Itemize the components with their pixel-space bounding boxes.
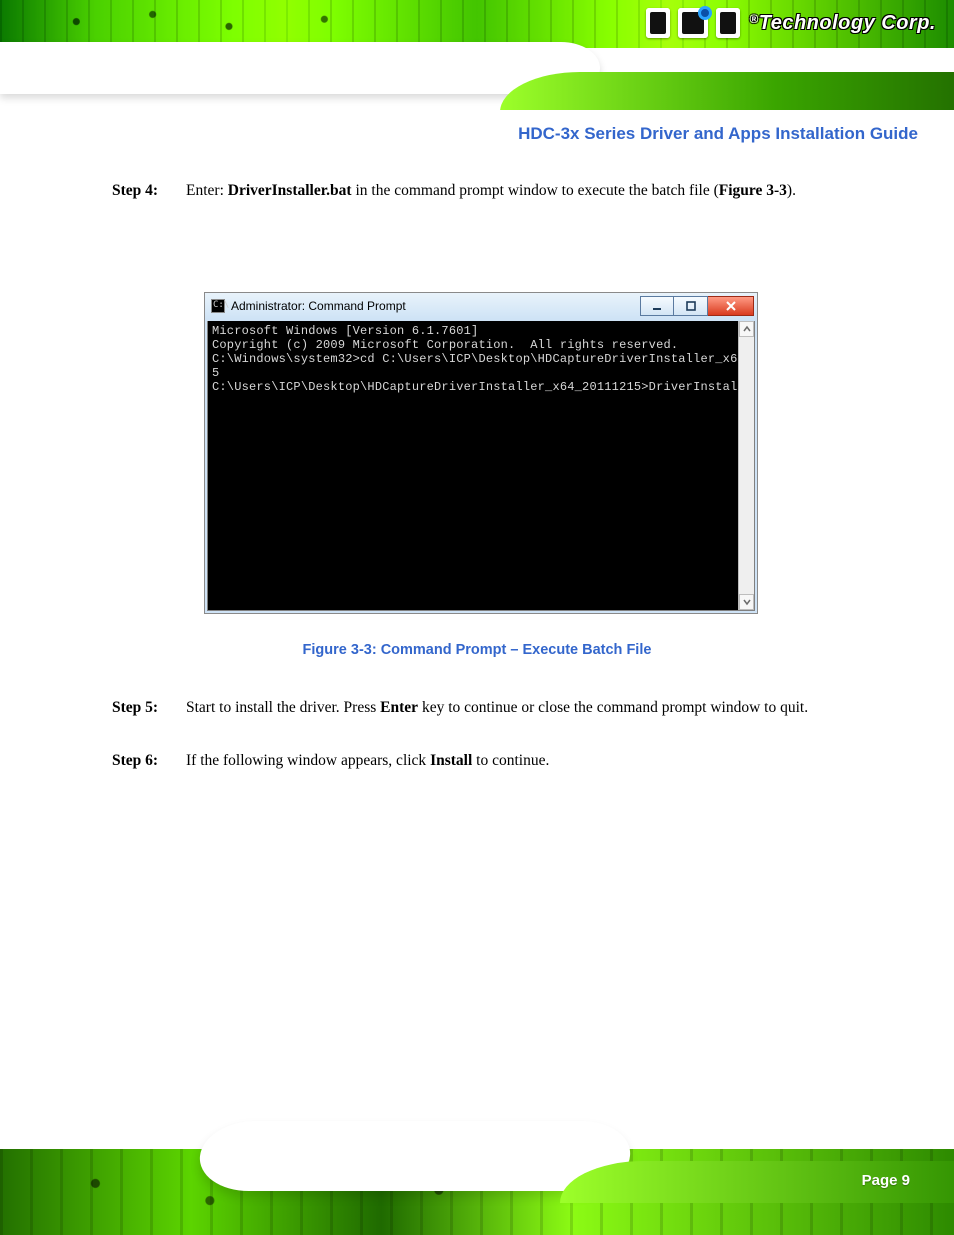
minimize-button[interactable] [640, 296, 674, 316]
scroll-up-button[interactable] [739, 321, 754, 337]
footer-pcb-strip [0, 1149, 954, 1235]
cmd-window-titlebar: Administrator: Command Prompt [205, 293, 757, 319]
step-6: Step 6: If the following window appears,… [112, 748, 872, 774]
header-band: ®Technology Corp. [0, 0, 954, 110]
maximize-icon [686, 301, 696, 311]
maximize-button[interactable] [674, 296, 708, 316]
content-block-3: Step 6: If the following window appears,… [112, 748, 872, 776]
step-5-pre: Start to install the driver. Press [186, 699, 380, 716]
content-block-2: Step 5: Start to install the driver. Pre… [112, 695, 872, 723]
content-block-1: Step 4: Enter: DriverInstaller.bat in th… [112, 178, 872, 206]
step-5-label: Step 5: [112, 695, 186, 721]
close-button[interactable] [708, 296, 754, 316]
step-4-pre: Enter: [186, 182, 228, 199]
minimize-icon [652, 301, 662, 311]
step-6-kw: Install [430, 752, 472, 769]
page-number: Page 9 [862, 1172, 910, 1189]
cmd-line-4: 5 [212, 366, 750, 380]
step-6-body: If the following window appears, click I… [186, 748, 872, 774]
header-pcb-strip [0, 0, 954, 48]
step-5: Step 5: Start to install the driver. Pre… [112, 695, 872, 721]
brand-logo: ®Technology Corp. [645, 8, 936, 38]
step-4-post: in the command prompt window to execute … [352, 182, 719, 199]
step-6-label: Step 6: [112, 748, 186, 774]
cmd-line-6-text: C:\Users\ICP\Desktop\HDCaptureDriverInst… [212, 380, 755, 394]
logo-letter-i-icon [646, 8, 670, 38]
cmd-icon [211, 299, 225, 313]
document-title: HDC-3x Series Driver and Apps Installati… [518, 124, 918, 144]
figure-caption: Figure 3-3: Command Prompt – Execute Bat… [0, 642, 954, 658]
footer-green-sweep [560, 1161, 954, 1203]
step-4-tail: ). [787, 182, 796, 199]
chevron-down-icon [743, 598, 751, 606]
step-4: Step 4: Enter: DriverInstaller.bat in th… [112, 178, 872, 204]
brand-name: Technology Corp. [759, 12, 936, 34]
close-icon [725, 301, 737, 311]
chevron-up-icon [743, 325, 751, 333]
step-4-body: Enter: DriverInstaller.bat in the comman… [186, 178, 872, 204]
step-5-post: key to continue or close the command pro… [418, 699, 808, 716]
step-4-label: Step 4: [112, 178, 186, 204]
logo-letter-e-icon [678, 8, 708, 38]
step-6-pre: If the following window appears, click [186, 752, 430, 769]
cmd-line-6: C:\Users\ICP\Desktop\HDCaptureDriverInst… [212, 380, 750, 394]
registered-mark: ® [749, 12, 758, 26]
logo-letter-i2-icon [716, 8, 740, 38]
footer-band: Page 9 [0, 1105, 954, 1235]
cmd-window-title: Administrator: Command Prompt [231, 299, 406, 313]
step-5-kw: Enter [380, 699, 418, 716]
cmd-body: Microsoft Windows [Version 6.1.7601] Cop… [207, 321, 755, 611]
window-controls [640, 296, 754, 316]
cmd-line-0: Microsoft Windows [Version 6.1.7601] [212, 324, 750, 338]
cmd-line-3: C:\Windows\system32>cd C:\Users\ICP\Desk… [212, 352, 750, 366]
cmd-line-1: Copyright (c) 2009 Microsoft Corporation… [212, 338, 750, 352]
footer-white-sweep [196, 1121, 633, 1191]
scroll-track[interactable] [739, 337, 754, 594]
scroll-down-button[interactable] [739, 594, 754, 610]
step-4-cmd: DriverInstaller.bat [228, 182, 352, 199]
header-sweep [0, 28, 954, 110]
step-5-body: Start to install the driver. Press Enter… [186, 695, 872, 721]
step-4-figref: Figure 3-3 [719, 182, 787, 199]
logo-dot-icon [698, 6, 712, 20]
brand-text: ®Technology Corp. [749, 12, 936, 35]
step-6-post: to continue. [472, 752, 549, 769]
cmd-scrollbar[interactable] [738, 321, 754, 610]
figure-cmd-window: Administrator: Command Prompt Microsoft … [204, 292, 758, 614]
